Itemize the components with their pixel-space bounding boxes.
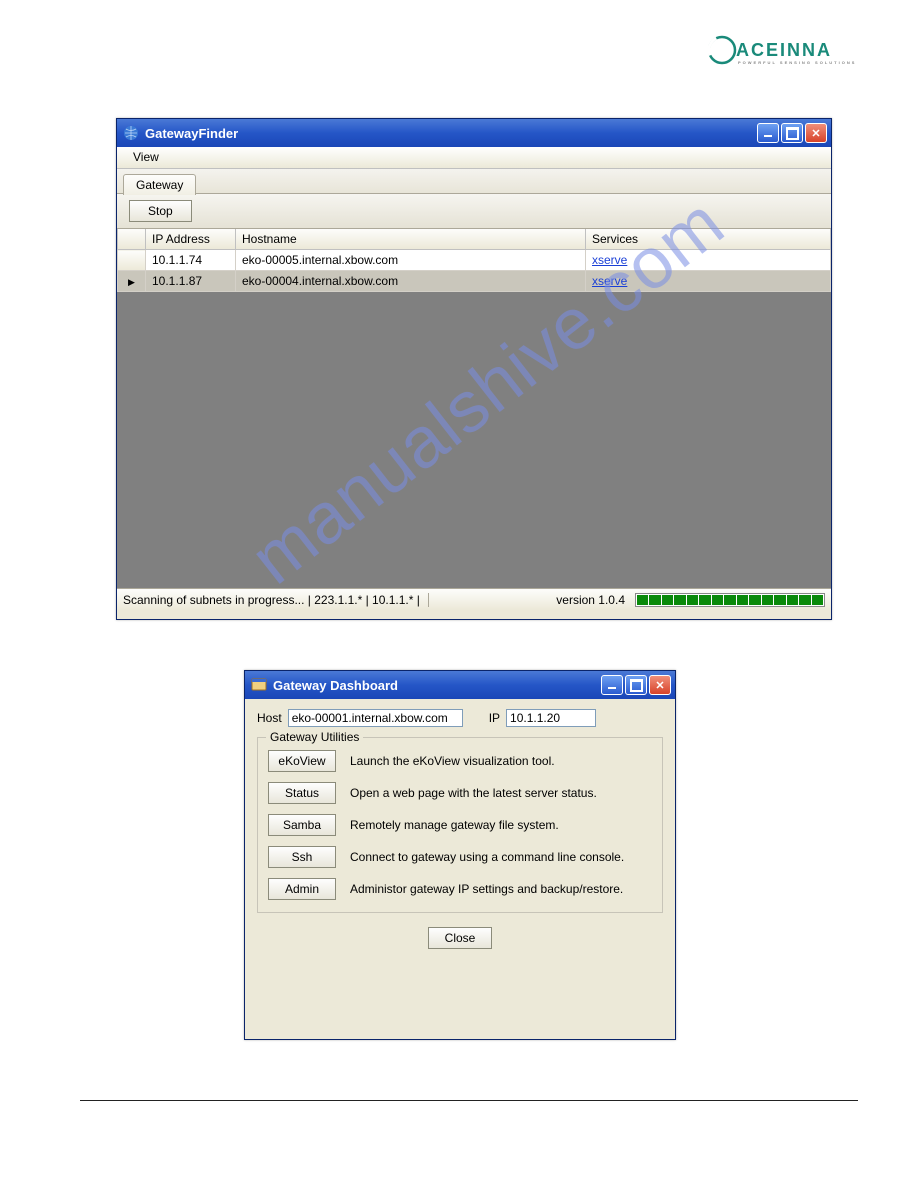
ekoview-button[interactable]: eKoView [268,750,336,772]
progress-bar [635,593,825,607]
window-title: GatewayFinder [145,126,757,141]
toolbar: Stop [117,194,831,228]
globe-icon [123,125,139,141]
samba-desc: Remotely manage gateway file system. [350,818,559,832]
brand-logo: ACEINNA POWERFUL SENSING SOLUTIONS [708,30,858,70]
footer-divider [80,1100,858,1101]
gateway-dashboard-window: Gateway Dashboard Host IP Gateway Utilit… [244,670,676,1040]
ssh-desc: Connect to gateway using a command line … [350,850,624,864]
admin-desc: Administor gateway IP settings and backu… [350,882,623,896]
fieldset-legend: Gateway Utilities [266,730,363,744]
svg-text:ACEINNA: ACEINNA [736,40,832,60]
gatewayfinder-window: GatewayFinder View Gateway Stop IP Addre… [116,118,832,620]
cell-hostname[interactable]: eko-00004.internal.xbow.com [236,271,586,292]
stop-button[interactable]: Stop [129,200,192,222]
cell-ip[interactable]: 10.1.1.87 [146,271,236,292]
ip-field[interactable] [506,709,596,727]
ip-label: IP [489,711,500,725]
close-button[interactable]: Close [428,927,493,949]
col-services[interactable]: Services [586,229,831,250]
minimize-button[interactable] [601,675,623,695]
gateway-grid[interactable]: IP Address Hostname Services 10.1.1.74 e… [117,228,831,588]
samba-button[interactable]: Samba [268,814,336,836]
tabstrip: Gateway [117,169,831,194]
service-link[interactable]: xserve [592,274,627,288]
status-text: Scanning of subnets in progress... | 223… [123,593,429,607]
titlebar[interactable]: GatewayFinder [117,119,831,147]
col-ip[interactable]: IP Address [146,229,236,250]
titlebar[interactable]: Gateway Dashboard [245,671,675,699]
table-row[interactable]: 10.1.1.87 eko-00004.internal.xbow.com xs… [118,271,831,292]
ssh-button[interactable]: Ssh [268,846,336,868]
svg-text:POWERFUL SENSING SOLUTIONS: POWERFUL SENSING SOLUTIONS [738,60,856,65]
row-header-col [118,229,146,250]
host-field[interactable] [288,709,463,727]
host-label: Host [257,711,282,725]
cell-ip[interactable]: 10.1.1.74 [146,250,236,271]
minimize-button[interactable] [757,123,779,143]
version-text: version 1.0.4 [556,593,625,607]
menu-view[interactable]: View [127,148,165,166]
admin-button[interactable]: Admin [268,878,336,900]
statusbar: Scanning of subnets in progress... | 223… [117,588,831,610]
gateway-utilities-group: Gateway Utilities eKoView Launch the eKo… [257,737,663,913]
status-desc: Open a web page with the latest server s… [350,786,597,800]
window-title: Gateway Dashboard [273,678,601,693]
cell-hostname[interactable]: eko-00005.internal.xbow.com [236,250,586,271]
maximize-button[interactable] [781,123,803,143]
maximize-button[interactable] [625,675,647,695]
close-button[interactable] [649,675,671,695]
app-icon [251,677,267,693]
status-button[interactable]: Status [268,782,336,804]
ekoview-desc: Launch the eKoView visualization tool. [350,754,555,768]
menubar: View [117,147,831,169]
tab-gateway[interactable]: Gateway [123,174,196,195]
service-link[interactable]: xserve [592,253,627,267]
close-button[interactable] [805,123,827,143]
col-hostname[interactable]: Hostname [236,229,586,250]
row-indicator [118,250,146,271]
row-indicator [118,271,146,292]
table-row[interactable]: 10.1.1.74 eko-00005.internal.xbow.com xs… [118,250,831,271]
